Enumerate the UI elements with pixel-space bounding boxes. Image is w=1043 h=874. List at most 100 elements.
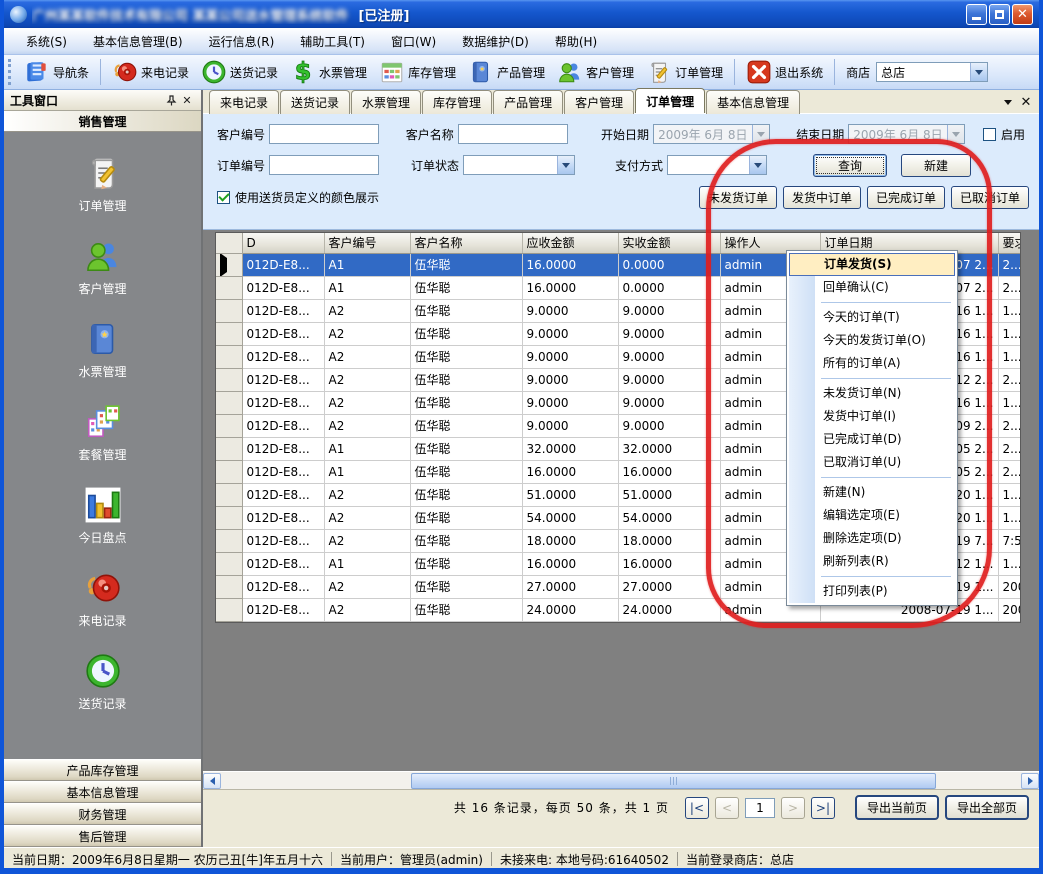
cell-r8-c3[interactable]: 32.0000 (522, 437, 618, 460)
cell-r5-c0[interactable]: 012D-E8... (242, 368, 324, 391)
order-status-dropdown-icon[interactable] (557, 156, 574, 174)
export-current-page-button[interactable]: 导出当前页 (855, 795, 939, 820)
row-marker-cell[interactable] (216, 552, 242, 575)
status-filter-button-3[interactable]: 已取消订单 (951, 186, 1029, 209)
cell-r11-c1[interactable]: A2 (324, 506, 410, 529)
context-menu-item-13[interactable]: 打印列表(P) (789, 580, 955, 603)
cell-r13-c0[interactable]: 012D-E8... (242, 552, 324, 575)
cell-r14-c0[interactable]: 012D-E8... (242, 575, 324, 598)
sidebar-group-sales[interactable]: 销售管理 (4, 111, 201, 132)
cell-r15-c1[interactable]: A2 (324, 598, 410, 621)
cell-r5-c3[interactable]: 9.0000 (522, 368, 618, 391)
cell-r6-c0[interactable]: 012D-E8... (242, 391, 324, 414)
cell-r6-c1[interactable]: A2 (324, 391, 410, 414)
toolbar-button-1[interactable]: 来电记录 (106, 56, 195, 88)
sidebar-item-送货记录[interactable]: 送货记录 (43, 652, 163, 712)
context-menu-item-2[interactable]: 今天的订单(T) (789, 306, 955, 329)
cell-r13-c2[interactable]: 伍华聪 (410, 552, 522, 575)
cell-r7-c4[interactable]: 9.0000 (618, 414, 720, 437)
cell-r4-c0[interactable]: 012D-E8... (242, 345, 324, 368)
cell-r12-c2[interactable]: 伍华聪 (410, 529, 522, 552)
cell-r14-c4[interactable]: 27.0000 (618, 575, 720, 598)
toolbar-button-4[interactable]: 库存管理 (373, 56, 462, 88)
cell-r4-c2[interactable]: 伍华聪 (410, 345, 522, 368)
tab-产品管理[interactable]: 产品管理 (493, 90, 563, 114)
cell-r2-c7[interactable]: 1... (998, 299, 1021, 322)
cell-r5-c1[interactable]: A2 (324, 368, 410, 391)
scroll-left-button[interactable] (203, 773, 221, 789)
new-button[interactable]: 新建 (901, 154, 971, 177)
toolbar-button-3[interactable]: $水票管理 (284, 56, 373, 88)
tab-送货记录[interactable]: 送货记录 (280, 90, 350, 114)
tab-基本信息管理[interactable]: 基本信息管理 (706, 90, 800, 114)
cell-r12-c7[interactable]: 7:59 (998, 529, 1021, 552)
row-marker-cell[interactable] (216, 414, 242, 437)
sidebar-item-水票管理[interactable]: 水票管理 (43, 320, 163, 380)
cell-r2-c0[interactable]: 012D-E8... (242, 299, 324, 322)
cell-r14-c1[interactable]: A2 (324, 575, 410, 598)
tab-订单管理[interactable]: 订单管理 (635, 88, 705, 113)
context-menu-item-1[interactable]: 回单确认(C) (789, 276, 955, 299)
cell-r2-c3[interactable]: 9.0000 (522, 299, 618, 322)
tab-库存管理[interactable]: 库存管理 (422, 90, 492, 114)
cell-r5-c2[interactable]: 伍华聪 (410, 368, 522, 391)
cell-r9-c7[interactable]: 2... (998, 460, 1021, 483)
cell-r2-c1[interactable]: A2 (324, 299, 410, 322)
sidebar-group-产品库存管理[interactable]: 产品库存管理 (4, 759, 201, 781)
order-status-select[interactable] (463, 155, 575, 175)
cell-r3-c4[interactable]: 9.0000 (618, 322, 720, 345)
row-marker-cell[interactable] (216, 575, 242, 598)
row-marker-cell[interactable] (216, 529, 242, 552)
cell-r2-c2[interactable]: 伍华聪 (410, 299, 522, 322)
row-marker-cell[interactable] (216, 437, 242, 460)
column-header-3[interactable]: 应收金额 (522, 233, 618, 253)
cell-r8-c1[interactable]: A1 (324, 437, 410, 460)
start-date-dropdown-icon[interactable] (752, 125, 769, 143)
cell-r14-c7[interactable]: 2008-07-19 1... (998, 575, 1021, 598)
cell-r2-c4[interactable]: 9.0000 (618, 299, 720, 322)
sidebar-group-基本信息管理[interactable]: 基本信息管理 (4, 781, 201, 803)
cell-r1-c1[interactable]: A1 (324, 276, 410, 299)
cell-r11-c3[interactable]: 54.0000 (522, 506, 618, 529)
cell-r4-c1[interactable]: A2 (324, 345, 410, 368)
cell-r3-c3[interactable]: 9.0000 (522, 322, 618, 345)
context-menu-item-0[interactable]: 订单发货(S) (789, 253, 955, 276)
row-marker-cell[interactable] (216, 598, 242, 621)
column-header-4[interactable]: 实收金额 (618, 233, 720, 253)
cell-r7-c3[interactable]: 9.0000 (522, 414, 618, 437)
cell-r3-c0[interactable]: 012D-E8... (242, 322, 324, 345)
context-menu-item-7[interactable]: 已完成订单(D) (789, 428, 955, 451)
toolbar-button-8[interactable]: 退出系统 (740, 56, 829, 88)
scrollbar-thumb[interactable] (411, 773, 936, 789)
sidebar-item-订单管理[interactable]: 订单管理 (43, 154, 163, 214)
end-date-picker[interactable]: 2009年 6月 8日 (848, 124, 964, 144)
cell-r13-c3[interactable]: 16.0000 (522, 552, 618, 575)
toolbar-button-5[interactable]: 产品管理 (462, 56, 551, 88)
cell-r10-c4[interactable]: 51.0000 (618, 483, 720, 506)
tab-close-icon[interactable]: ✕ (1017, 93, 1035, 111)
context-menu-item-9[interactable]: 新建(N) (789, 481, 955, 504)
status-filter-button-0[interactable]: 未发货订单 (699, 186, 777, 209)
enable-checkbox[interactable] (983, 128, 996, 141)
pager-button-3[interactable]: >| (811, 797, 835, 819)
column-header-0[interactable]: D (242, 233, 324, 253)
row-marker-cell[interactable] (216, 483, 242, 506)
tab-来电记录[interactable]: 来电记录 (209, 90, 279, 114)
status-filter-button-1[interactable]: 发货中订单 (783, 186, 861, 209)
cell-r0-c1[interactable]: A1 (324, 253, 410, 276)
cell-r6-c7[interactable]: 1... (998, 391, 1021, 414)
cell-r10-c2[interactable]: 伍华聪 (410, 483, 522, 506)
cell-r12-c1[interactable]: A2 (324, 529, 410, 552)
start-date-picker[interactable]: 2009年 6月 8日 (653, 124, 769, 144)
cell-r8-c7[interactable]: 2... (998, 437, 1021, 460)
pin-icon[interactable] (163, 93, 179, 108)
cell-r15-c2[interactable]: 伍华聪 (410, 598, 522, 621)
cell-r10-c3[interactable]: 51.0000 (522, 483, 618, 506)
cell-r7-c2[interactable]: 伍华聪 (410, 414, 522, 437)
maximize-button[interactable] (989, 4, 1010, 25)
cell-r11-c7[interactable]: 1... (998, 506, 1021, 529)
menu-item-5[interactable]: 数据维护(D) (450, 29, 541, 54)
cell-r0-c4[interactable]: 0.0000 (618, 253, 720, 276)
row-marker-cell[interactable] (216, 253, 242, 276)
cell-r4-c3[interactable]: 9.0000 (522, 345, 618, 368)
